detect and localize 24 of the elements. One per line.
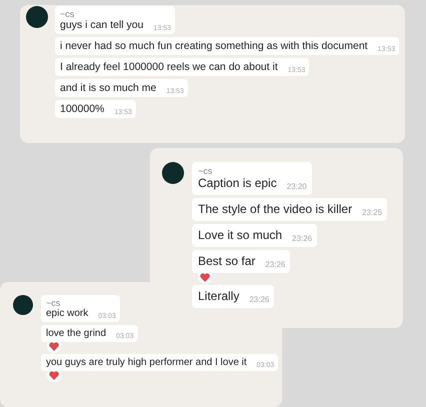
message-text: epic work bbox=[46, 308, 88, 319]
message-time: 23:26 bbox=[249, 295, 270, 304]
message-time: 23:25 bbox=[362, 208, 382, 217]
message-text: love the grind bbox=[46, 328, 106, 339]
sender-name: ~cs bbox=[46, 298, 62, 308]
sender-name: ~cs bbox=[60, 9, 76, 19]
message-text: you guys are truly high performer and I love it bbox=[46, 357, 247, 368]
message-text: Caption is epic bbox=[198, 176, 277, 190]
message-text: Best so far bbox=[198, 254, 256, 268]
message-text: 100000% bbox=[60, 103, 104, 115]
avatar bbox=[13, 295, 33, 315]
message-text: Literally bbox=[198, 289, 240, 303]
message-text: Love it so much bbox=[198, 228, 282, 242]
message-time: 23:26 bbox=[265, 260, 286, 269]
message-text: i never had so much fun creating something as with this document bbox=[60, 40, 368, 52]
sender-name: ~cs bbox=[198, 166, 214, 176]
avatar bbox=[162, 162, 184, 184]
message-text: and it is so much me bbox=[60, 82, 156, 94]
message-time: 23:26 bbox=[292, 234, 312, 243]
message-text: The style of the video is killer bbox=[198, 202, 352, 216]
message-time: 23:20 bbox=[286, 182, 307, 191]
avatar bbox=[26, 6, 48, 28]
message-text: guys i can tell you bbox=[60, 19, 144, 31]
message-text: I already feel 1000000 reels we can do about it bbox=[60, 61, 278, 73]
